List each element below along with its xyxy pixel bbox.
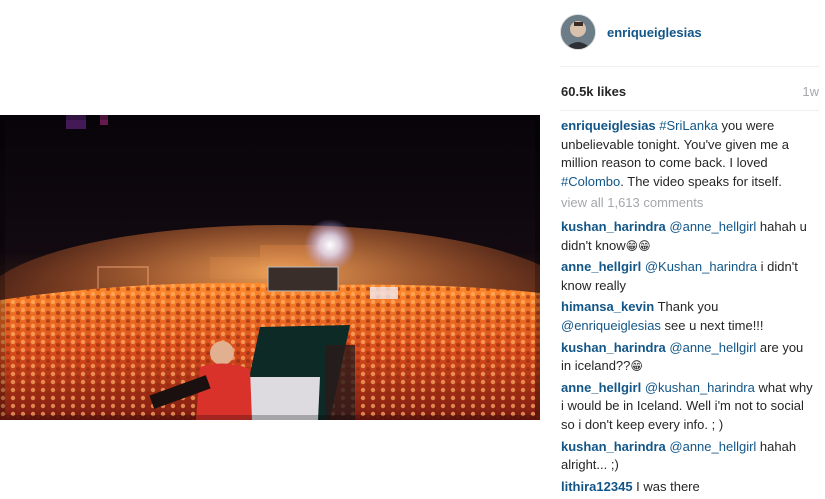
comment: anne_hellgirl @Kushan_harindra i didn't … (561, 258, 815, 295)
comment-mention[interactable]: @anne_hellgirl (669, 219, 756, 234)
comment: himansa_kevin Thank you @enriqueiglesias… (561, 298, 815, 335)
comment: anne_hellgirl @kushan_harindra what why … (561, 379, 815, 435)
comment: kushan_harindra @anne_hellgirl are you i… (561, 339, 815, 376)
comment-username[interactable]: anne_hellgirl (561, 259, 641, 274)
hashtag-srilanka[interactable]: #SriLanka (659, 118, 718, 133)
comment-username[interactable]: anne_hellgirl (561, 380, 641, 395)
comment-username[interactable]: lithira12345 (561, 479, 633, 494)
likes-count[interactable]: 60.5k likes (561, 84, 626, 99)
hashtag-colombo[interactable]: #Colombo (561, 174, 620, 189)
comment-username[interactable]: himansa_kevin (561, 299, 654, 314)
header-divider (560, 66, 819, 67)
post-video[interactable] (0, 115, 540, 420)
comment: kushan_harindra @anne_hellgirl hahah alr… (561, 438, 815, 475)
comments-list: enriqueiglesias #SriLanka you were unbel… (561, 117, 815, 499)
username-link[interactable]: enriqueiglesias (607, 25, 702, 40)
post-header: enriqueiglesias (560, 14, 702, 50)
post-details: enriqueiglesias 60.5k likes 1w enriqueig… (540, 0, 825, 494)
comment-username[interactable]: kushan_harindra (561, 219, 666, 234)
grin-emoji-icon: 😁 (630, 359, 643, 374)
view-all-comments-link[interactable]: view all 1,613 comments (561, 194, 815, 213)
avatar[interactable] (560, 14, 596, 50)
concert-video-still (0, 115, 540, 420)
comment-mention[interactable]: @Kushan_harindra (645, 259, 757, 274)
comment-username[interactable]: kushan_harindra (561, 340, 666, 355)
comment: kushan_harindra @anne_hellgirl hahah u d… (561, 218, 815, 255)
comment-mention[interactable]: @anne_hellgirl (669, 439, 756, 454)
comment-mention[interactable]: @enriqueiglesias (561, 318, 661, 333)
likes-divider (560, 110, 819, 111)
comment-text: see u next time!!! (660, 317, 764, 333)
comment-text: Thank you (654, 299, 719, 315)
post-time[interactable]: 1w (802, 84, 819, 99)
profile-photo-icon (561, 15, 595, 49)
caption-text-end: . The video speaks for itself. (620, 173, 782, 189)
comment-mention[interactable]: @kushan_harindra (645, 380, 755, 395)
caption: enriqueiglesias #SriLanka you were unbel… (561, 117, 815, 191)
comment: lithira12345 I was there (561, 478, 815, 497)
media-pane (0, 0, 540, 469)
grin-emoji-icon: 😁😁 (625, 238, 651, 253)
likes-row: 60.5k likes 1w (561, 84, 819, 102)
comment-username[interactable]: kushan_harindra (561, 439, 666, 454)
caption-username[interactable]: enriqueiglesias (561, 118, 656, 133)
comment-mention[interactable]: @anne_hellgirl (669, 340, 756, 355)
comment-text: I was there (632, 478, 700, 494)
